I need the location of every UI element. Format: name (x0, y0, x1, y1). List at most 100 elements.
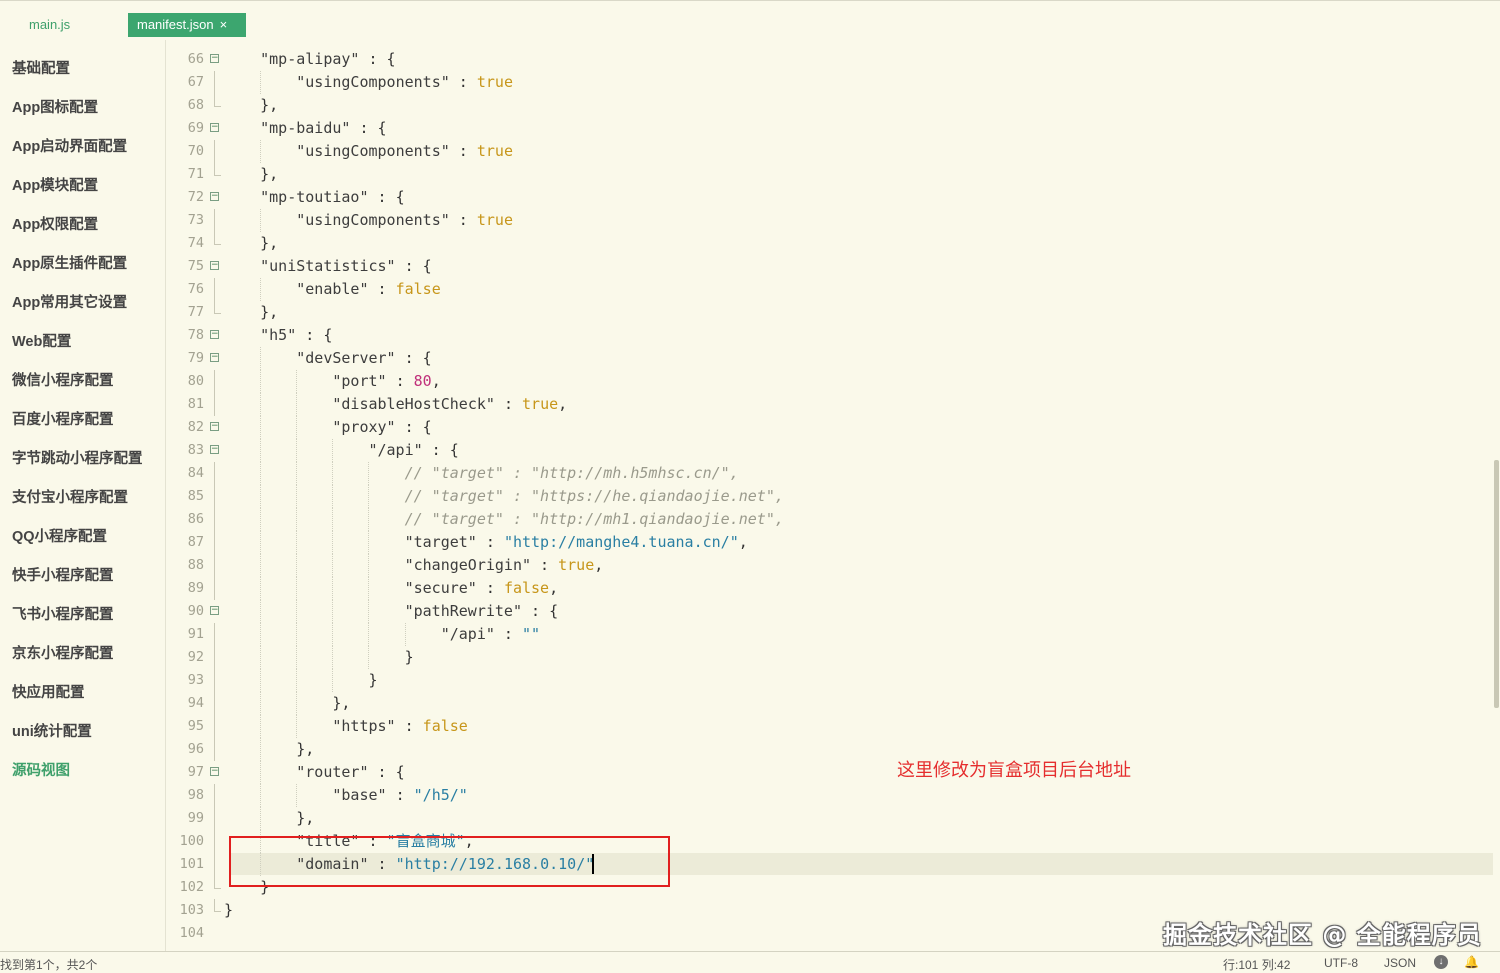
status-cursor-position[interactable]: 行:101 列:42 (1223, 956, 1290, 973)
sidebar-item[interactable]: Web配置 (12, 330, 71, 351)
indent-guide (260, 209, 262, 232)
sidebar-item[interactable]: 微信小程序配置 (12, 369, 114, 390)
fold-guide (214, 140, 215, 163)
fold-guide (214, 807, 215, 830)
close-icon[interactable]: × (220, 17, 228, 32)
line-number: 68 (187, 97, 204, 113)
indent-guide (260, 761, 262, 784)
fold-toggle-icon[interactable]: − (210, 767, 219, 776)
fold-guide-end (214, 94, 221, 107)
code-token: : (449, 73, 477, 91)
line-number: 92 (187, 649, 204, 665)
sidebar-item[interactable]: 源码视图 (12, 759, 70, 780)
fold-toggle-icon[interactable]: − (210, 353, 219, 362)
sidebar-item[interactable]: 京东小程序配置 (12, 642, 114, 663)
tab-main-js[interactable]: main.js (20, 13, 79, 37)
code-token: : (386, 786, 414, 804)
code-token: "/api" (368, 441, 423, 459)
indent-guide (368, 485, 370, 508)
tab-manifest-json[interactable]: manifest.json × (128, 13, 246, 37)
code-token: }, (296, 809, 315, 827)
code-text: "proxy" : { (332, 416, 431, 439)
line-number: 77 (187, 304, 204, 320)
code-token: : { (522, 602, 559, 620)
line-number: 76 (187, 281, 204, 297)
code-text: // "target" : "http://mh.h5mhsc.cn/", (405, 462, 739, 485)
code-line: 88 "changeOrigin" : true, (166, 554, 1500, 577)
fold-toggle-icon[interactable]: − (210, 422, 219, 431)
indent-guide (296, 416, 298, 439)
fold-toggle-icon[interactable]: − (210, 606, 219, 615)
editor-tab-bar: main.js manifest.json × (0, 0, 1500, 40)
line-number: 104 (179, 925, 204, 941)
fold-guide (214, 508, 215, 531)
fold-toggle-icon[interactable]: − (210, 261, 219, 270)
indent-guide (260, 370, 262, 393)
fold-guide (214, 278, 215, 301)
sidebar-item[interactable]: App模块配置 (12, 174, 98, 195)
sidebar-item[interactable]: App启动界面配置 (12, 135, 127, 156)
status-encoding[interactable]: UTF-8 (1324, 956, 1358, 970)
code-token: "mp-alipay" (260, 50, 360, 68)
code-text: }, (260, 232, 278, 255)
line-number: 98 (187, 787, 204, 803)
indent-guide (260, 485, 262, 508)
indent-guide (296, 485, 298, 508)
indent-guide (296, 623, 298, 646)
indent-guide (260, 347, 262, 370)
sidebar-item[interactable]: 快手小程序配置 (12, 564, 114, 585)
code-line: 96}, (166, 738, 1500, 761)
sidebar-item[interactable]: App常用其它设置 (12, 291, 127, 312)
line-number: 74 (187, 235, 204, 251)
bell-icon[interactable]: 🔔 (1464, 955, 1479, 969)
sidebar-item[interactable]: uni统计配置 (12, 720, 92, 741)
code-token: : (368, 280, 396, 298)
code-token: }, (260, 165, 279, 183)
sidebar-item[interactable]: 飞书小程序配置 (12, 603, 114, 624)
fold-guide (214, 462, 215, 485)
code-token: true (476, 142, 513, 160)
fold-toggle-icon[interactable]: − (210, 123, 219, 132)
sidebar-item[interactable]: 快应用配置 (12, 681, 85, 702)
line-number: 71 (187, 166, 204, 182)
code-token: "usingComponents" (296, 73, 450, 91)
fold-toggle-icon[interactable]: − (210, 54, 219, 63)
code-text: "target" : "http://manghe4.tuana.cn/", (405, 531, 748, 554)
sidebar-item[interactable]: App图标配置 (12, 96, 98, 117)
fold-toggle-icon[interactable]: − (210, 445, 219, 454)
sidebar-item[interactable]: App权限配置 (12, 213, 98, 234)
fold-toggle-icon[interactable]: − (210, 192, 219, 201)
line-number: 84 (187, 465, 204, 481)
watermark-text: 掘金技术社区 @ 全能程序员 (1163, 921, 1482, 949)
vertical-scrollbar-thumb[interactable] (1494, 460, 1499, 708)
code-token: true (522, 395, 559, 413)
code-editor[interactable]: 66− "mp-alipay" : {67 "usingComponents" : … (166, 40, 1500, 951)
line-number: 91 (187, 626, 204, 642)
sidebar-item[interactable]: 百度小程序配置 (12, 408, 114, 429)
sidebar-item[interactable]: App原生插件配置 (12, 252, 127, 273)
indent-guide (368, 462, 370, 485)
fold-guide (214, 71, 215, 94)
code-line: 86 // "target" : "http://mh1.qiandaojie.n… (166, 508, 1500, 531)
download-icon[interactable]: ↓ (1434, 955, 1448, 969)
code-text: "enable" : false (296, 278, 441, 301)
code-token: false (503, 579, 550, 597)
sidebar-item[interactable]: 支付宝小程序配置 (12, 486, 128, 507)
code-line: 98 "base" : "/h5/" (166, 784, 1500, 807)
code-token: // "target" : "https://he.qiandaojie.net… (404, 487, 784, 505)
sidebar-item[interactable]: 字节跳动小程序配置 (12, 447, 143, 468)
line-number: 99 (187, 810, 204, 826)
fold-toggle-icon[interactable]: − (210, 330, 219, 339)
indent-guide (260, 738, 262, 761)
code-text: // "target" : "https://he.qiandaojie.net… (405, 485, 784, 508)
code-line: 87 "target" : "http://manghe4.tuana.cn/", (166, 531, 1500, 554)
sidebar-item[interactable]: QQ小程序配置 (12, 525, 107, 546)
indent-guide (260, 692, 262, 715)
sidebar-item[interactable]: 基础配置 (12, 57, 70, 78)
indent-guide (332, 646, 334, 669)
code-line: 79− "devServer" : { (166, 347, 1500, 370)
indent-guide (260, 623, 262, 646)
fold-guide (214, 784, 215, 807)
code-token: "router" (296, 763, 369, 781)
status-language[interactable]: JSON (1384, 956, 1416, 970)
